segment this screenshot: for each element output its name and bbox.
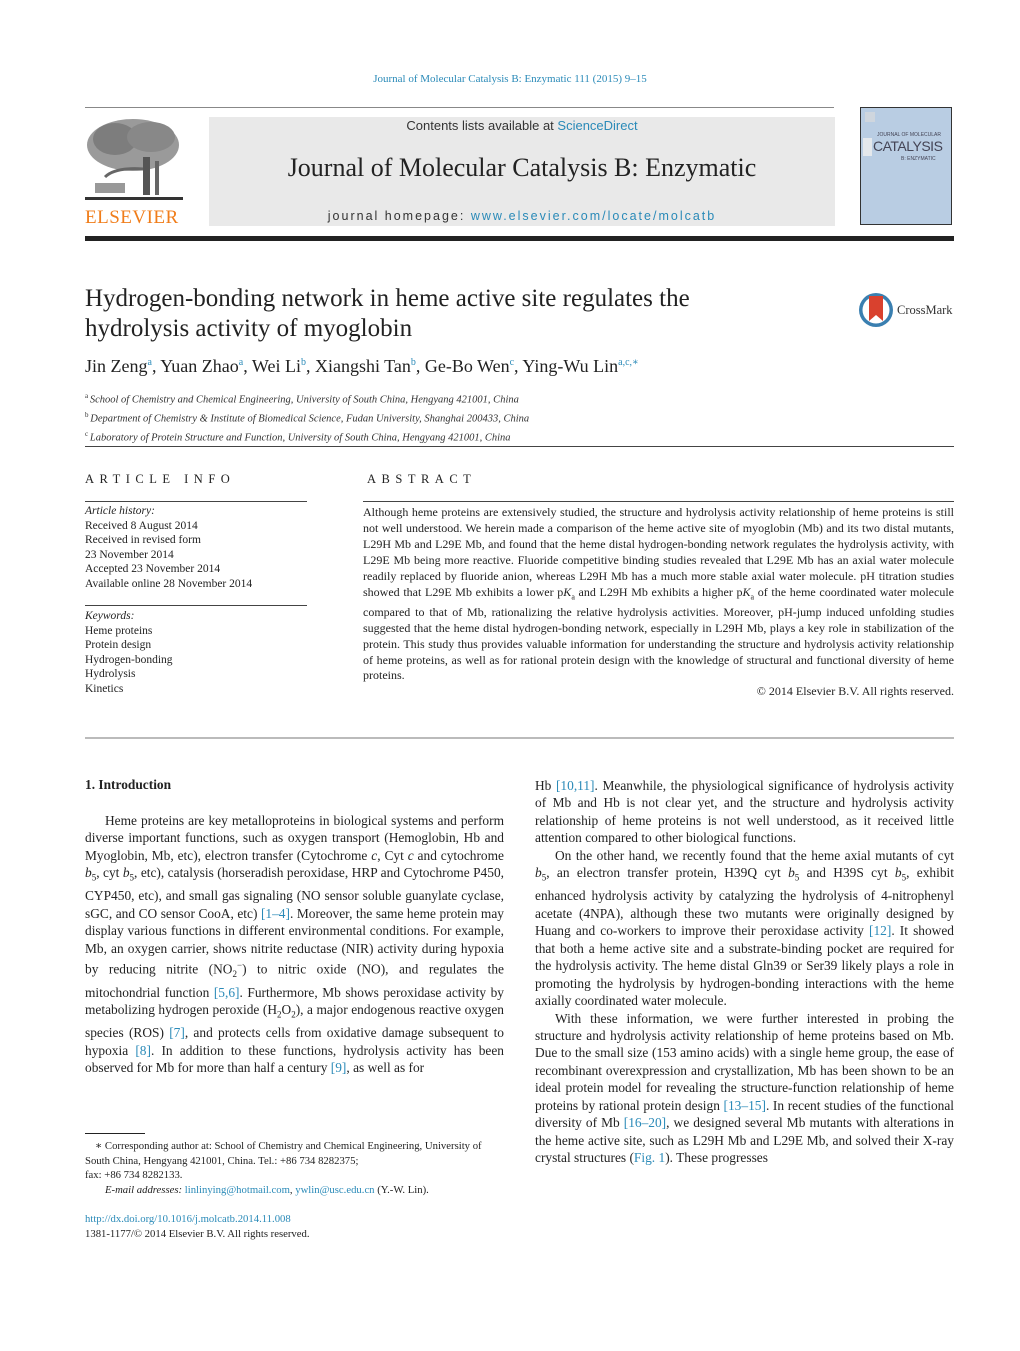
cover-logo-icon <box>865 112 875 122</box>
citation-link[interactable]: [8] <box>135 1043 151 1058</box>
divider <box>85 737 954 739</box>
email-link[interactable]: ywlin@usc.edu.cn <box>295 1184 374 1196</box>
author[interactable]: Jin Zeng <box>85 356 148 376</box>
history-item: Received 8 August 2014 <box>85 519 198 532</box>
author[interactable]: Yuan Zhao <box>160 356 238 376</box>
history-item: Accepted 23 November 2014 <box>85 563 221 575</box>
homepage-prefix: journal homepage: <box>327 209 471 223</box>
doi-block: http://dx.doi.org/10.1016/j.molcatb.2014… <box>85 1212 310 1241</box>
abstract-text: Although heme proteins are extensively s… <box>363 505 954 683</box>
cover-title: CATALYSIS <box>873 138 943 154</box>
section-heading-introduction: 1. Introduction <box>85 777 172 792</box>
contents-prefix: Contents lists available at <box>406 118 558 133</box>
header-thick-rule <box>85 236 954 241</box>
author[interactable]: Ge-Bo Wen <box>425 356 510 376</box>
paragraph: Heme proteins are key metalloproteins in… <box>85 813 504 1076</box>
article-title: Hydrogen-bonding network in heme active … <box>85 284 825 344</box>
contents-line: Contents lists available at ScienceDirec… <box>209 118 835 133</box>
email-link[interactable]: linlinying@hotmail.com <box>185 1184 290 1196</box>
elsevier-tree-icon <box>85 117 183 205</box>
issn: 1381-1177/© 2014 Elsevier B.V. All right… <box>85 1227 310 1240</box>
info-rule <box>85 605 307 606</box>
abstract-rule <box>363 501 954 502</box>
keywords-label: Keywords: <box>85 610 135 622</box>
doi-link[interactable]: http://dx.doi.org/10.1016/j.molcatb.2014… <box>85 1212 310 1227</box>
history-item: Available online 28 November 2014 <box>85 577 253 590</box>
cover-sub: B: ENZYMATIC <box>901 156 936 162</box>
keyword: Protein design <box>85 639 152 651</box>
title-line-2: hydrolysis activity of myoglobin <box>85 315 413 342</box>
header-rule <box>85 107 834 108</box>
citation-link[interactable]: [12] <box>869 923 891 938</box>
citation-link[interactable]: [13–15] <box>724 1098 766 1113</box>
citation-link[interactable]: [7] <box>169 1025 185 1040</box>
article-info-heading: ARTICLE INFO <box>85 472 236 486</box>
running-head[interactable]: Journal of Molecular Catalysis B: Enzyma… <box>0 73 1020 85</box>
cover-badge-icon <box>863 138 872 156</box>
author-affiliation-marker[interactable]: b <box>411 357 416 368</box>
sciencedirect-link[interactable]: ScienceDirect <box>557 118 637 133</box>
history-item: Received in revised form <box>85 534 201 546</box>
crossmark-button[interactable]: CrossMark <box>858 291 953 329</box>
keyword: Hydrolysis <box>85 668 136 680</box>
divider <box>85 446 954 447</box>
affiliations: a School of Chemistry and Chemical Engin… <box>85 389 529 446</box>
author-affiliation-marker[interactable]: a,c,∗ <box>618 357 639 368</box>
abstract-copyright: © 2014 Elsevier B.V. All rights reserved… <box>756 684 954 699</box>
crossmark-icon <box>859 293 893 327</box>
affiliation: a School of Chemistry and Chemical Engin… <box>85 392 519 406</box>
history-item: 23 November 2014 <box>85 548 174 561</box>
citation-link[interactable]: [1–4] <box>261 906 290 921</box>
author-affiliation-marker[interactable]: a <box>239 357 243 368</box>
keywords: Keywords: Heme proteins Protein design H… <box>85 609 173 696</box>
footnote-corresponding: ∗ Corresponding author at: School of Che… <box>85 1139 505 1197</box>
history-label: Article history: <box>85 505 155 517</box>
footnote-rule <box>85 1133 145 1134</box>
fax: fax: +86 734 8282133. <box>85 1169 183 1181</box>
homepage-link[interactable]: www.elsevier.com/locate/molcatb <box>471 209 716 223</box>
journal-cover[interactable]: JOURNAL OF MOLECULAR CATALYSIS B: ENZYMA… <box>860 107 952 225</box>
author[interactable]: Wei Li <box>252 356 301 376</box>
journal-banner: Contents lists available at ScienceDirec… <box>209 117 835 226</box>
email-line: E-mail addresses: linlinying@hotmail.com… <box>105 1183 429 1196</box>
author[interactable]: Ying-Wu Lin <box>522 356 618 376</box>
keyword: Kinetics <box>85 682 124 695</box>
paragraph: With these information, we were further … <box>535 1010 954 1166</box>
abstract-heading: ABSTRACT <box>367 472 477 486</box>
keyword: Hydrogen-bonding <box>85 653 173 666</box>
affiliation: b Department of Chemistry & Institute of… <box>85 411 530 425</box>
journal-title: Journal of Molecular Catalysis B: Enzyma… <box>287 153 757 182</box>
citation-link[interactable]: Fig. 1 <box>634 1150 665 1165</box>
corresponding-author: ∗ Corresponding author at: School of Che… <box>85 1140 482 1167</box>
elsevier-logo[interactable]: ELSEVIER <box>85 117 185 228</box>
author-affiliation-marker[interactable]: a <box>148 357 152 368</box>
info-rule <box>85 501 307 502</box>
author-affiliation-marker[interactable]: b <box>301 357 306 368</box>
body-column-right: Hb [10,11]. Meanwhile, the physiological… <box>535 777 954 1167</box>
affiliation: c Laboratory of Protein Structure and Fu… <box>85 430 511 444</box>
paragraph: On the other hand, we recently found tha… <box>535 847 954 1009</box>
homepage-line: journal homepage: www.elsevier.com/locat… <box>209 209 835 223</box>
citation-link[interactable]: [9] <box>331 1060 347 1075</box>
citation-link[interactable]: [5,6] <box>214 985 240 1000</box>
crossmark-label: CrossMark <box>897 302 953 317</box>
author-list: Jin Zenga, Yuan Zhaoa, Wei Lib, Xiangshi… <box>85 356 639 376</box>
article-history: Article history: Received 8 August 2014 … <box>85 504 252 591</box>
paragraph: Hb [10,11]. Meanwhile, the physiological… <box>535 778 954 846</box>
author[interactable]: Xiangshi Tan <box>315 356 411 376</box>
abstract-body: Although heme proteins are extensively s… <box>363 505 954 700</box>
citation-link[interactable]: [10,11] <box>556 778 595 793</box>
keyword: Heme proteins <box>85 624 153 637</box>
title-line-1: Hydrogen-bonding network in heme active … <box>85 285 690 312</box>
body-column-left: Heme proteins are key metalloproteins in… <box>85 812 504 1077</box>
author-affiliation-marker[interactable]: c <box>510 357 514 368</box>
citation-link[interactable]: [16–20] <box>624 1115 666 1130</box>
elsevier-wordmark: ELSEVIER <box>85 207 179 228</box>
